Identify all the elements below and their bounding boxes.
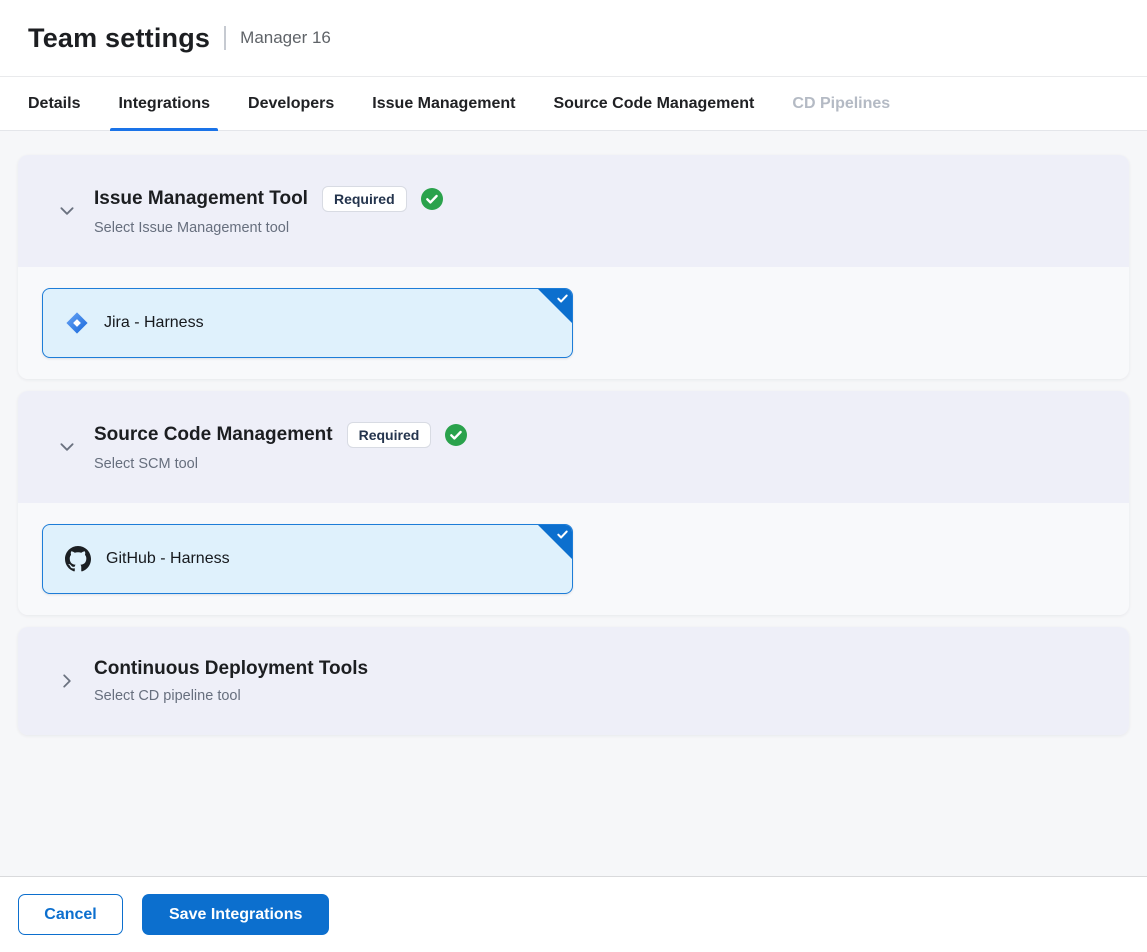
team-settings-page: Team settings Manager 16 Details Integra… <box>0 0 1147 952</box>
tool-card-label: GitHub - Harness <box>106 550 230 568</box>
tab-developers[interactable]: Developers <box>248 77 334 130</box>
tab-cd-pipelines[interactable]: CD Pipelines <box>792 77 890 130</box>
tab-details[interactable]: Details <box>28 77 80 130</box>
required-badge: Required <box>347 422 432 448</box>
chevron-down-icon[interactable] <box>58 202 76 220</box>
section-header-text: Issue Management Tool Required Select Is… <box>94 186 443 236</box>
save-integrations-button[interactable]: Save Integrations <box>142 894 329 935</box>
tab-source-code-management[interactable]: Source Code Management <box>553 77 754 130</box>
complete-check-icon <box>445 424 467 446</box>
integrations-content: Issue Management Tool Required Select Is… <box>0 131 1147 876</box>
section-header-text: Source Code Management Required Select S… <box>94 422 467 472</box>
tool-card-label: Jira - Harness <box>104 314 204 332</box>
selected-check-icon <box>556 292 569 305</box>
complete-check-icon <box>421 188 443 210</box>
section-header-text: Continuous Deployment Tools Select CD pi… <box>94 658 368 704</box>
required-badge: Required <box>322 186 407 212</box>
jira-harness-card[interactable]: Jira - Harness <box>42 288 573 358</box>
page-header: Team settings Manager 16 <box>0 0 1147 77</box>
github-icon <box>65 546 91 572</box>
section-title: Issue Management Tool <box>94 188 308 210</box>
section-subtitle: Select CD pipeline tool <box>94 688 368 704</box>
tab-bar: Details Integrations Developers Issue Ma… <box>0 77 1147 131</box>
footer-bar: Cancel Save Integrations <box>0 876 1147 952</box>
github-harness-card[interactable]: GitHub - Harness <box>42 524 573 594</box>
title-separator <box>224 26 226 50</box>
section-subtitle: Select SCM tool <box>94 456 467 472</box>
section-title: Continuous Deployment Tools <box>94 658 368 680</box>
cd-tools-section: Continuous Deployment Tools Select CD pi… <box>18 627 1129 735</box>
chevron-down-icon[interactable] <box>58 438 76 456</box>
cd-tools-section-header[interactable]: Continuous Deployment Tools Select CD pi… <box>18 627 1129 735</box>
source-code-management-section-header[interactable]: Source Code Management Required Select S… <box>18 391 1129 503</box>
selected-check-icon <box>556 528 569 541</box>
tab-integrations[interactable]: Integrations <box>118 77 210 130</box>
chevron-right-icon[interactable] <box>58 672 76 690</box>
section-subtitle: Select Issue Management tool <box>94 220 443 236</box>
jira-icon <box>65 311 89 335</box>
issue-management-section-body: Jira - Harness <box>18 267 1129 379</box>
cancel-button[interactable]: Cancel <box>18 894 123 935</box>
section-title: Source Code Management <box>94 424 333 446</box>
tab-issue-management[interactable]: Issue Management <box>372 77 515 130</box>
issue-management-section: Issue Management Tool Required Select Is… <box>18 155 1129 379</box>
source-code-management-section-body: GitHub - Harness <box>18 503 1129 615</box>
issue-management-section-header[interactable]: Issue Management Tool Required Select Is… <box>18 155 1129 267</box>
source-code-management-section: Source Code Management Required Select S… <box>18 391 1129 615</box>
page-title: Team settings <box>28 23 210 54</box>
page-subtitle: Manager 16 <box>240 28 331 48</box>
